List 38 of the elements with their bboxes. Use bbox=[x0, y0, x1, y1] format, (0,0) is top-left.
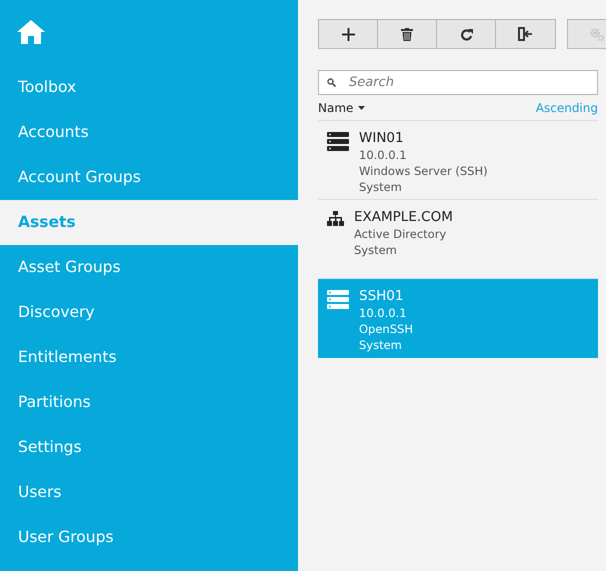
nav-item[interactable]: Entitlements bbox=[0, 335, 298, 380]
search-field[interactable]: Search bbox=[318, 70, 598, 95]
sort-order-link[interactable]: Ascending bbox=[536, 101, 598, 115]
server-icon bbox=[327, 132, 349, 151]
asset-detail: 10.0.0.1 bbox=[359, 147, 408, 163]
asset-detail: 10.0.0.1 bbox=[359, 305, 408, 321]
sort-field-button[interactable]: Name bbox=[318, 101, 366, 115]
server-icon bbox=[327, 290, 349, 309]
asset-name: WIN01 bbox=[359, 130, 405, 147]
nav-item[interactable]: Assets bbox=[0, 200, 298, 245]
asset-detail: OpenSSH bbox=[359, 321, 413, 337]
asset-name: SSH01 bbox=[359, 288, 404, 305]
asset-detail: Windows Server (SSH) bbox=[359, 163, 488, 179]
gears-icon bbox=[589, 27, 605, 41]
nav-item[interactable]: Users bbox=[0, 470, 298, 515]
nav-item[interactable]: Account Groups bbox=[0, 155, 298, 200]
nav-item[interactable]: Discovery bbox=[0, 290, 298, 335]
asset-detail: Active Directory bbox=[354, 226, 448, 242]
import-icon bbox=[518, 27, 533, 41]
nav-item[interactable]: Toolbox bbox=[0, 65, 298, 110]
asset-name: EXAMPLE.COM bbox=[354, 209, 453, 226]
plus-icon bbox=[342, 28, 354, 40]
nav-item[interactable]: Partitions bbox=[0, 380, 298, 425]
home-icon[interactable] bbox=[17, 19, 45, 45]
nav-item[interactable]: Accounts bbox=[0, 110, 298, 155]
nav-item[interactable]: Asset Groups bbox=[0, 245, 298, 290]
caret-icon bbox=[358, 106, 366, 110]
asset-detail: System bbox=[354, 242, 398, 258]
network-icon bbox=[327, 211, 344, 226]
nav-item[interactable]: User Groups bbox=[0, 515, 298, 560]
trash-icon bbox=[401, 28, 413, 40]
asset-item[interactable]: WIN01 10.0.0.1 Windows Server (SSH) System bbox=[318, 121, 598, 200]
refresh-icon bbox=[460, 28, 472, 40]
nav-item[interactable]: Settings bbox=[0, 425, 298, 470]
search-icon bbox=[327, 78, 336, 87]
asset-detail: System bbox=[359, 337, 403, 353]
asset-detail: System bbox=[359, 179, 403, 195]
asset-item[interactable]: SSH01 10.0.0.1 OpenSSH System bbox=[318, 279, 598, 358]
